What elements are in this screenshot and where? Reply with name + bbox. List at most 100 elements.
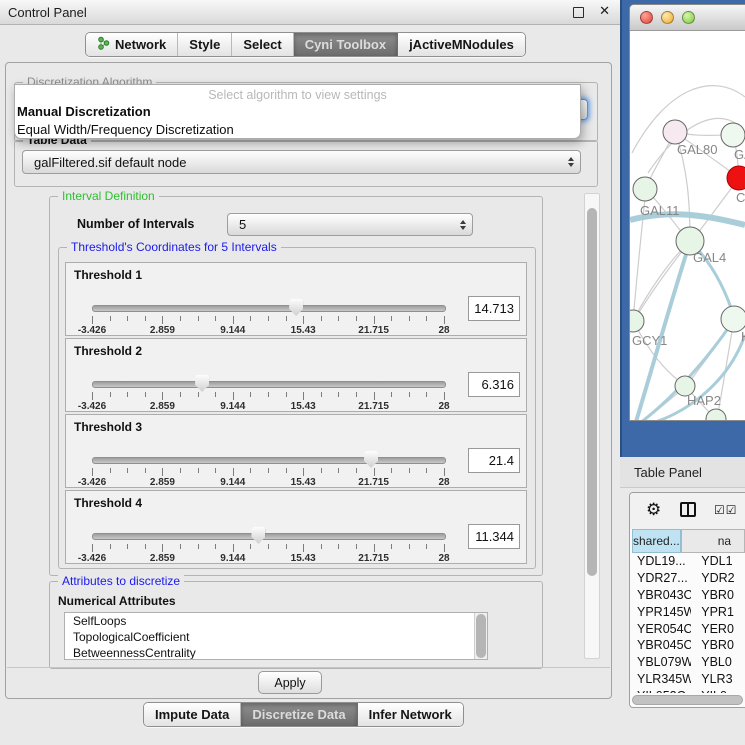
number-of-intervals-combobox[interactable]: 5 [227, 213, 473, 236]
table-cell[interactable]: YDR27... [632, 571, 691, 585]
table-header-row: shared... na [632, 529, 745, 553]
table-row[interactable]: YPR145WYPR1 [632, 603, 745, 620]
table-row[interactable]: YBR045CYBR0 [632, 637, 745, 654]
attribute-list-item[interactable]: SelfLoops [65, 613, 487, 629]
attribute-list-item[interactable]: TopologicalCoefficient [65, 629, 487, 645]
control-panel-titlebar: Control Panel ✕ [0, 0, 620, 25]
attributes-group: Attributes to discretize Numerical Attri… [49, 581, 543, 669]
threshold-slider-track[interactable] [92, 381, 446, 388]
node-gal80[interactable] [663, 120, 687, 144]
threshold-panel-1: Threshold 1-3.4262.8599.14415.4321.71528 [65, 262, 527, 336]
threshold-value-field[interactable] [468, 372, 520, 397]
threshold-slider-thumb[interactable] [195, 375, 209, 392]
table-row[interactable]: YDL19...YDL1 [632, 553, 745, 570]
attributes-list-scrollbar[interactable] [474, 613, 487, 659]
threshold-value-field[interactable] [468, 524, 520, 549]
table-cell[interactable]: YIL052C [632, 689, 691, 693]
threshold-value-field[interactable] [468, 448, 520, 473]
tab-network[interactable]: Network [86, 33, 178, 56]
threshold-slider-track[interactable] [92, 305, 446, 312]
threshold-slider-thumb[interactable] [289, 299, 303, 316]
tab-infer-network[interactable]: Infer Network [358, 703, 463, 726]
node-label-hap2: HAP2 [687, 393, 721, 408]
table-cell[interactable]: YER054C [632, 622, 691, 636]
table-row[interactable]: YLR345WYLR3 [632, 671, 745, 688]
algorithm-option-equal-width[interactable]: Equal Width/Frequency Discretization [15, 121, 580, 139]
tab-label: jActiveMNodules [409, 37, 514, 52]
slider-ticks [92, 316, 444, 325]
table-panel-toolbar: ⚙ ☑☑ [630, 493, 745, 529]
table-cell[interactable]: YPR1 [691, 605, 745, 619]
node-red-selected[interactable] [727, 166, 745, 190]
table-rows[interactable]: YDL19...YDL1YDR27...YDR2YBR043CYBR0YPR14… [632, 553, 745, 693]
table-cell[interactable]: YIL0 [691, 689, 745, 693]
tab-impute-data[interactable]: Impute Data [144, 703, 241, 726]
tab-select[interactable]: Select [232, 33, 293, 56]
algorithm-dropdown-popup: Select algorithm to view settings Manual… [14, 84, 581, 139]
table-cell[interactable]: YBR0 [691, 588, 745, 602]
table-row[interactable]: YDR27...YDR2 [632, 570, 745, 587]
algorithm-option-manual[interactable]: Manual Discretization [15, 103, 580, 121]
column-header-name[interactable]: na [681, 529, 745, 553]
table-cell[interactable]: YDR2 [691, 571, 745, 585]
scrollbar-thumb[interactable] [632, 695, 743, 705]
network-window-titlebar[interactable] [630, 5, 745, 31]
table-horizontal-scrollbar[interactable] [632, 695, 743, 705]
tab-label: Style [189, 37, 220, 52]
table-row[interactable]: YIL052CYIL0 [632, 687, 745, 693]
node-top-right[interactable] [721, 123, 745, 147]
table-cell[interactable]: YBR0 [691, 638, 745, 652]
threshold-slider-thumb[interactable] [364, 451, 378, 468]
network-view-window: GAL80 GA C GAL11 GAL4 GCY1 H HAP2 [629, 4, 745, 421]
close-traffic-light-icon[interactable] [640, 11, 653, 24]
minimize-traffic-light-icon[interactable] [661, 11, 674, 24]
column-header-shared[interactable]: shared... [632, 529, 681, 553]
threshold-panel-4: Threshold 4-3.4262.8599.14415.4321.71528 [65, 490, 527, 564]
table-row[interactable]: YBR043CYBR0 [632, 587, 745, 604]
threshold-panel-3: Threshold 3-3.4262.8599.14415.4321.71528 [65, 414, 527, 488]
cyni-toolbox-panel: Discretization Algorithm Select algorith… [5, 62, 612, 699]
control-panel-tabbar: Network Style SelectCyni Toolbox jActiveMNo… [85, 32, 526, 57]
node-bottom[interactable] [706, 409, 726, 421]
settings-vertical-scrollbar[interactable] [584, 193, 600, 659]
network-canvas[interactable]: GAL80 GA C GAL11 GAL4 GCY1 H HAP2 [630, 31, 745, 421]
zoom-traffic-light-icon[interactable] [682, 11, 695, 24]
slider-tick-labels: -3.4262.8599.14415.4321.71528 [92, 477, 444, 487]
gear-icon[interactable]: ⚙ [646, 501, 661, 518]
table-cell[interactable]: YPR145W [632, 605, 691, 619]
numerical-attributes-list[interactable]: SelfLoopsTopologicalCoefficientBetweenne… [64, 612, 488, 660]
node-gal11[interactable] [633, 177, 657, 201]
node-label-h: H [741, 329, 745, 344]
table-cell[interactable]: YBR043C [632, 588, 691, 602]
tab-discretize-data[interactable]: Discretize Data [241, 703, 357, 726]
table-cell[interactable]: YBR045C [632, 638, 691, 652]
table-cell[interactable]: YBL079W [632, 655, 691, 669]
table-cell[interactable]: YER0 [691, 622, 745, 636]
threshold-label: Threshold 4 [74, 496, 142, 510]
tab-jactivemnodules[interactable]: jActiveMNodules [398, 33, 525, 56]
close-icon[interactable]: ✕ [599, 3, 610, 19]
attribute-list-item[interactable]: BetweennessCentrality [65, 645, 487, 660]
scrollbar-thumb[interactable] [587, 208, 597, 576]
threshold-value-field[interactable] [468, 296, 520, 321]
table-cell[interactable]: YDL1 [691, 554, 745, 568]
split-columns-icon[interactable] [680, 502, 696, 517]
tab-style[interactable]: Style [178, 33, 232, 56]
node-gcy1[interactable] [630, 310, 644, 332]
float-window-icon[interactable] [573, 7, 584, 18]
threshold-slider-track[interactable] [92, 533, 446, 540]
table-row[interactable]: YER054CYER0 [632, 620, 745, 637]
table-cell[interactable]: YDL19... [632, 554, 691, 568]
apply-button[interactable]: Apply [258, 671, 322, 694]
slider-tick-labels: -3.4262.8599.14415.4321.71528 [92, 401, 444, 411]
checkboxes-icon[interactable]: ☑☑ [714, 503, 738, 517]
thresholds-group-label: Threshold's Coordinates for 5 Intervals [67, 240, 281, 254]
table-cell[interactable]: YBL0 [691, 655, 745, 669]
tab-cyni-toolbox[interactable]: Cyni Toolbox [294, 33, 398, 56]
threshold-slider-thumb[interactable] [251, 527, 265, 544]
table-data-combobox[interactable]: galFiltered.sif default node [22, 150, 581, 174]
table-row[interactable]: YBL079WYBL0 [632, 654, 745, 671]
table-cell[interactable]: YLR3 [691, 672, 745, 686]
table-cell[interactable]: YLR345W [632, 672, 691, 686]
threshold-slider-track[interactable] [92, 457, 446, 464]
